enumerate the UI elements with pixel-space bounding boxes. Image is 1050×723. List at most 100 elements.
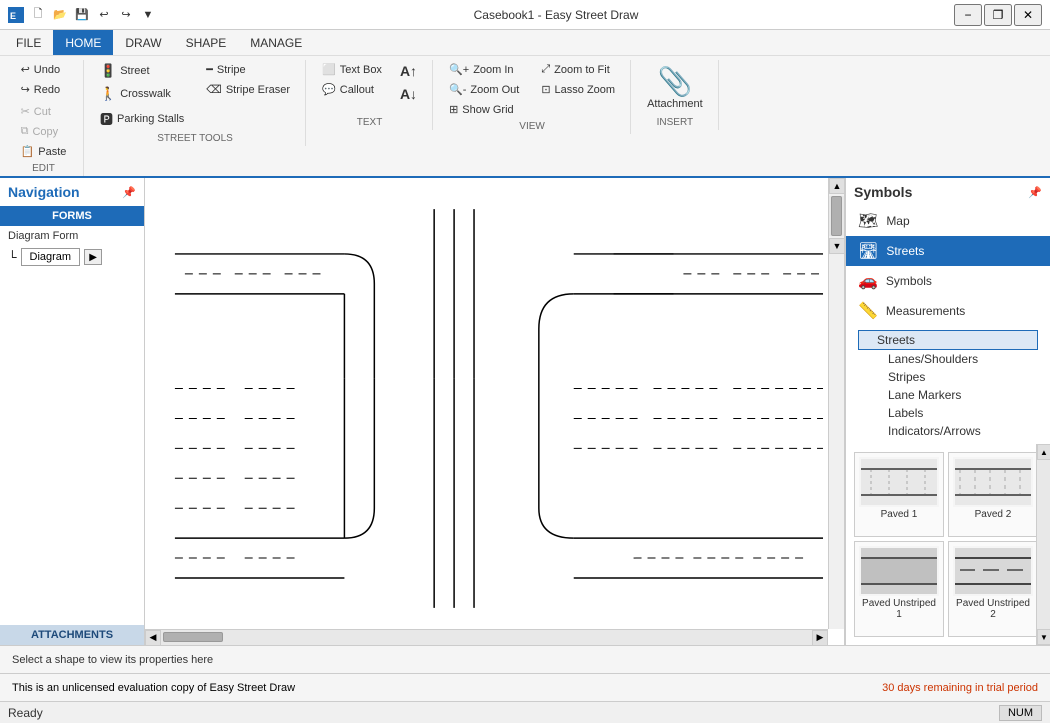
canvas-scroll-horizontal[interactable]: ◀ ▶ [145,629,828,645]
main-layout: Navigation 📌 FORMS Diagram Form └ Diagra… [0,178,1050,645]
scroll-right-arrow[interactable]: ▶ [812,630,828,646]
symbols-cat-icon: 🚗 [858,271,878,291]
diagram-box[interactable]: Diagram [21,248,81,266]
sym-scroll-up[interactable]: ▲ [1037,444,1050,460]
street-button[interactable]: 🚦 Street [93,60,191,82]
title-bar: E 🗋 📂 💾 ↩ ↪ ▼ Casebook1 - Easy Street Dr… [0,0,1050,30]
scroll-track-h[interactable] [161,630,812,645]
navigation-panel: Navigation 📌 FORMS Diagram Form └ Diagra… [0,178,145,645]
ribbon-group-view: 🔍+ Zoom In 🔍- Zoom Out ⊞ Show Grid ⤢ [434,60,631,134]
stripe-button[interactable]: ━ Stripe [199,60,297,79]
paste-button[interactable]: 📋 Paste [14,142,74,161]
sym-thumbnails: Paved 1 [846,444,1036,645]
text-down-button[interactable]: A↓ [393,83,424,105]
new-btn[interactable]: 🗋 [28,5,48,25]
callout-button[interactable]: 💬 Callout [315,80,389,99]
trial-text: 30 days remaining in trial period [882,682,1038,694]
stripe-eraser-button[interactable]: ⌫ Stripe Eraser [199,80,297,99]
view-group-label: VIEW [519,121,545,132]
paved1-img [859,457,939,507]
license-text: This is an unlicensed evaluation copy of… [12,682,295,694]
save-btn[interactable]: 💾 [72,5,92,25]
sym-thumb-paved-unstriped2[interactable]: Paved Unstriped 2 [948,541,1036,637]
lasso-zoom-button[interactable]: ⊡ Lasso Zoom [534,80,622,99]
undo-qs-btn[interactable]: ↩ [94,5,114,25]
scroll-track-v[interactable] [829,196,844,236]
sym-map-item[interactable]: 🗺 Map [846,206,1050,236]
minimize-btn[interactable]: − [954,4,982,26]
crosswalk-button[interactable]: 🚶 Crosswalk [93,83,191,105]
stripe-icon: ━ [206,63,213,76]
show-grid-button[interactable]: ⊞ Show Grid [442,100,526,119]
diagram-row: └ Diagram ▶ [0,246,144,268]
forms-button[interactable]: FORMS [0,206,144,226]
sym-scroll[interactable]: ▲ ▼ [1036,444,1050,645]
undo-icon: ↩ [21,63,30,76]
window-title: Casebook1 - Easy Street Draw [158,8,954,22]
menu-manage[interactable]: MANAGE [238,30,314,55]
streets-icon: 🛣 [858,241,878,261]
menu-draw[interactable]: DRAW [113,30,173,55]
undo-button[interactable]: ↩ Undo [14,60,68,79]
zoom-in-button[interactable]: 🔍+ Zoom In [442,60,526,79]
parking-stalls-button[interactable]: 🅿 Parking Stalls [93,106,191,131]
sym-tree-indicators[interactable]: Indicators/Arrows [858,422,1038,440]
menu-home[interactable]: HOME [53,30,113,55]
canvas-scroll-vertical[interactable]: ▲ ▼ [828,178,844,629]
sym-thumb-paved2[interactable]: Paved 2 [948,452,1036,537]
sym-tree-labels[interactable]: Labels [858,404,1038,422]
attachment-button[interactable]: 📎 Attachment [640,61,710,114]
sym-measurements-item[interactable]: 📏 Measurements [846,296,1050,326]
quick-access-toolbar[interactable]: 🗋 📂 💾 ↩ ↪ ▼ [28,5,158,25]
sym-streets-item[interactable]: 🛣 Streets [846,236,1050,266]
window-controls[interactable]: − ❐ ✕ [954,4,1042,26]
nav-pin-icon[interactable]: 📌 [122,186,136,199]
diagram-expand-arrow[interactable]: ▶ [84,249,102,265]
street-diagram-svg [145,178,828,629]
text-group-label: TEXT [357,117,383,128]
sym-tree-lane-markers[interactable]: Lane Markers [858,386,1038,404]
symbols-title: Symbols [854,184,912,200]
title-bar-left: E 🗋 📂 💾 ↩ ↪ ▼ [8,5,158,25]
sym-scroll-down[interactable]: ▼ [1037,629,1050,645]
zoom-to-fit-button[interactable]: ⤢ Zoom to Fit [534,60,622,79]
restore-btn[interactable]: ❐ [984,4,1012,26]
nav-title: Navigation [8,184,80,200]
sym-symbols-item[interactable]: 🚗 Symbols [846,266,1050,296]
open-btn[interactable]: 📂 [50,5,70,25]
sym-tree-streets[interactable]: Streets [858,330,1038,350]
scroll-up-arrow[interactable]: ▲ [829,178,845,194]
symbols-pin-icon[interactable]: 📌 [1028,186,1042,199]
sym-tree-lanes[interactable]: Lanes/Shoulders [858,350,1038,368]
ribbon-group-insert: 📎 Attachment INSERT [632,60,719,130]
menu-file[interactable]: FILE [4,30,53,55]
attachments-button[interactable]: ATTACHMENTS [0,625,144,645]
redo-button[interactable]: ↪ Redo [14,80,68,99]
redo-qs-btn[interactable]: ↪ [116,5,136,25]
sym-tree-stripes[interactable]: Stripes [858,368,1038,386]
callout-icon: 💬 [322,83,336,96]
cut-button[interactable]: ✂ Cut [14,102,58,121]
sym-thumbnails-wrap: Paved 1 [846,444,1050,645]
close-btn[interactable]: ✕ [1014,4,1042,26]
copy-button[interactable]: ⧉ Copy [14,122,66,141]
qs-dropdown-btn[interactable]: ▼ [138,5,158,25]
diagram-form-item[interactable]: Diagram Form [0,226,144,246]
select-shape-text: Select a shape to view its properties he… [12,654,213,666]
scroll-left-arrow[interactable]: ◀ [145,630,161,646]
text-box-button[interactable]: ⬜ Text Box [315,60,389,79]
ribbon-group-edit: ↩ Undo ↪ Redo ✂ Cut ⧉ Copy [4,60,84,176]
sym-thumb-paved1[interactable]: Paved 1 [854,452,944,537]
sym-thumb-paved-unstriped1[interactable]: Paved Unstriped 1 [854,541,944,637]
symbols-panel: Symbols 📌 🗺 Map 🛣 Streets 🚗 Symbols 📏 Me… [845,178,1050,645]
paved-unstriped1-label: Paved Unstriped 1 [859,598,939,620]
menu-shape[interactable]: SHAPE [174,30,239,55]
redo-icon: ↪ [21,83,30,96]
status-bar-top: Select a shape to view its properties he… [0,645,1050,673]
ribbon-group-text: ⬜ Text Box 💬 Callout A↑ A↓ TEXT [307,60,433,130]
canvas-area[interactable]: ▲ ▼ ◀ ▶ [145,178,845,645]
scroll-down-arrow[interactable]: ▼ [829,238,845,254]
text-down-icon: A↓ [400,86,417,102]
zoom-out-button[interactable]: 🔍- Zoom Out [442,80,526,99]
text-up-button[interactable]: A↑ [393,60,424,82]
